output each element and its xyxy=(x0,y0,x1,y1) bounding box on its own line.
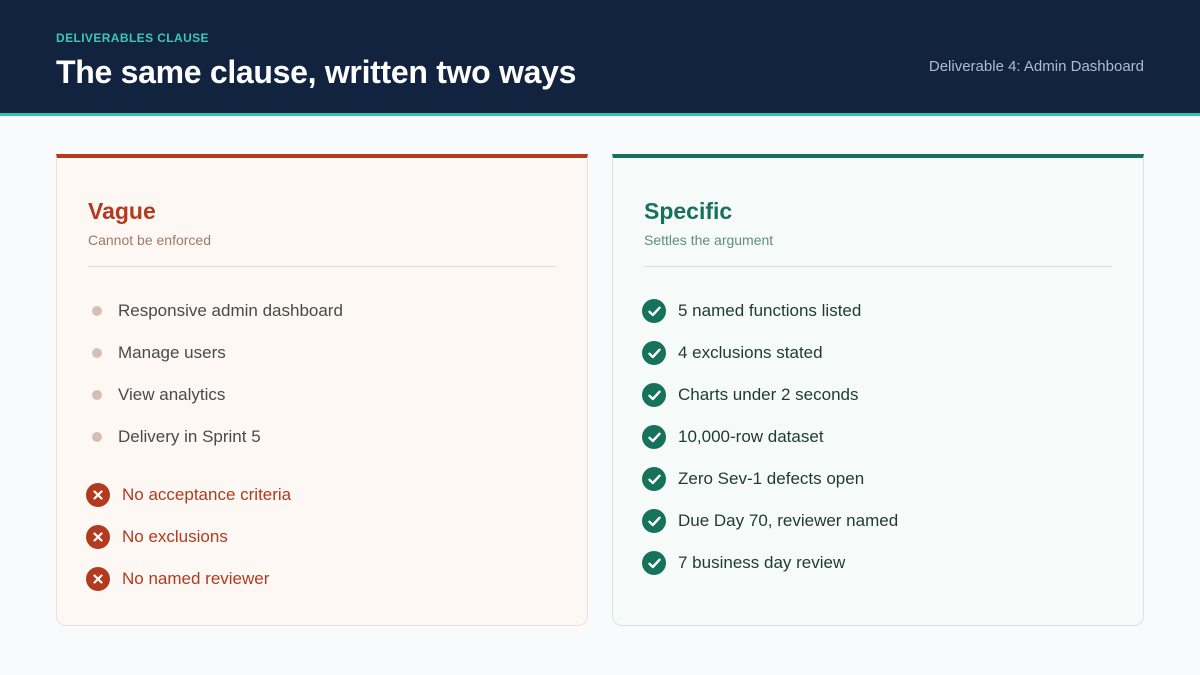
problem-item-label: No named reviewer xyxy=(122,569,270,588)
header-accent-rule xyxy=(0,113,1200,116)
vague-card: Vague Cannot be enforced Responsive admi… xyxy=(56,154,588,626)
problem-item-label: No acceptance criteria xyxy=(122,485,292,504)
x-circle-icon xyxy=(86,525,110,549)
check-circle-icon xyxy=(642,383,666,407)
list-item-label: Manage users xyxy=(118,343,226,362)
check-circle-icon xyxy=(642,341,666,365)
list-item-label: Charts under 2 seconds xyxy=(678,385,859,404)
deliverable-label: Deliverable 4: Admin Dashboard xyxy=(928,58,1144,75)
check-circle-icon xyxy=(642,425,666,449)
check-circle-icon xyxy=(642,299,666,323)
bullet-dot-icon xyxy=(92,432,102,442)
check-circle-icon xyxy=(642,509,666,533)
check-circle-icon xyxy=(642,551,666,575)
problem-item-label: No exclusions xyxy=(122,527,228,546)
bullet-dot-icon xyxy=(92,390,102,400)
list-item-label: 10,000-row dataset xyxy=(678,427,824,446)
x-circle-icon xyxy=(86,567,110,591)
list-item-label: Delivery in Sprint 5 xyxy=(118,427,261,446)
list-item-label: 5 named functions listed xyxy=(678,301,862,320)
check-circle-icon xyxy=(642,467,666,491)
list-item-label: Due Day 70, reviewer named xyxy=(678,511,899,530)
section-eyebrow: DELIVERABLES CLAUSE xyxy=(56,31,209,45)
specific-divider xyxy=(644,266,1112,267)
page-title: The same clause, written two ways xyxy=(56,54,577,90)
list-item-label: Zero Sev-1 defects open xyxy=(678,469,865,488)
vague-subtitle: Cannot be enforced xyxy=(88,232,211,248)
specific-card: Specific Settles the argument 5 named fu… xyxy=(612,154,1144,626)
list-item-label: 4 exclusions stated xyxy=(678,343,823,362)
vague-divider xyxy=(88,266,556,267)
list-item-label: View analytics xyxy=(118,385,226,404)
list-item-label: 7 business day review xyxy=(678,553,846,572)
bullet-dot-icon xyxy=(92,348,102,358)
list-item-label: Responsive admin dashboard xyxy=(118,301,343,320)
x-circle-icon xyxy=(86,483,110,507)
specific-title: Specific xyxy=(644,198,733,224)
specific-subtitle: Settles the argument xyxy=(644,232,774,248)
vague-title: Vague xyxy=(88,198,156,224)
bullet-dot-icon xyxy=(92,306,102,316)
